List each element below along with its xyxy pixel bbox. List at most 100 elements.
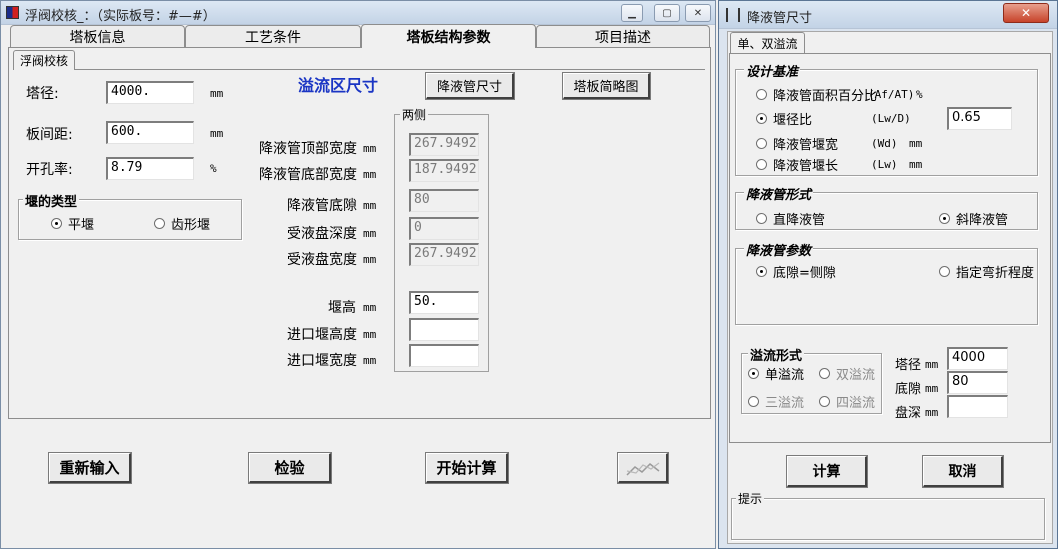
- open-ratio-unit: %: [210, 162, 217, 175]
- downcomer-clearance-input[interactable]: 80: [409, 189, 479, 212]
- basis-weir-width-radio[interactable]: 降液管堰宽: [756, 134, 838, 153]
- minimize-button[interactable]: ▁: [621, 4, 643, 22]
- diameter-unit: mm: [210, 87, 224, 100]
- downcomer-top-width-input[interactable]: 267.9492: [409, 133, 479, 156]
- basis-weir-width-code: (Wd): [871, 137, 898, 150]
- param-clearance-input[interactable]: 80: [947, 371, 1008, 394]
- inlet-weir-width-label: 进口堰宽度: [287, 353, 357, 369]
- param-pan-depth-input[interactable]: [947, 395, 1008, 418]
- hint-group: 提示: [731, 490, 1045, 540]
- spacing-unit: mm: [210, 127, 224, 140]
- design-basis-title: 设计基准: [744, 61, 801, 80]
- receiving-pan-depth-input[interactable]: 0: [409, 217, 479, 240]
- param-diameter-label: 塔径: [895, 358, 922, 373]
- weir-flat-radio[interactable]: 平堰: [51, 214, 94, 233]
- spacing-input[interactable]: 600.: [106, 121, 194, 144]
- tab-process-conditions[interactable]: 工艺条件: [185, 25, 361, 47]
- param-diameter-input[interactable]: 4000: [947, 347, 1008, 370]
- radio-dot: [819, 396, 830, 407]
- basis-weir-length-code: (Lw): [871, 158, 898, 171]
- basis-area-percent-radio[interactable]: 降液管面积百分比: [756, 85, 877, 104]
- downcomer-clearance-label: 降液管底隙: [287, 198, 357, 214]
- basis-weir-length-unit: mm: [909, 158, 923, 171]
- weir-type-title: 堰的类型: [23, 191, 80, 210]
- radio-dot: [756, 213, 767, 224]
- open-ratio-input[interactable]: 8.79: [106, 157, 194, 180]
- downcomer-bottom-width-input[interactable]: 187.9492: [409, 159, 479, 182]
- tab-project-description[interactable]: 项目描述: [536, 25, 710, 47]
- overflow-form-title: 溢流形式: [748, 345, 805, 364]
- unit-mm: mm: [363, 354, 377, 367]
- straight-downcomer-radio[interactable]: 直降液管: [756, 209, 825, 228]
- quad-overflow-radio[interactable]: 四溢流: [819, 392, 875, 411]
- specify-bend-radio[interactable]: 指定弯折程度: [939, 262, 1034, 281]
- cancel-button[interactable]: 取消: [922, 455, 1004, 488]
- basis-area-unit: %: [916, 88, 923, 101]
- downcomer-size-button[interactable]: 降液管尺寸: [425, 72, 515, 100]
- radio-dot: [819, 368, 830, 379]
- param-clearance-unit: mm: [925, 382, 939, 395]
- tab-tray-structure[interactable]: 塔板结构参数: [361, 24, 536, 48]
- unit-mm: mm: [363, 328, 377, 341]
- downcomer-params-group: 降液管参数: [735, 240, 1038, 325]
- basis-weir-width-unit: mm: [909, 137, 923, 150]
- param-diameter-unit: mm: [925, 358, 939, 371]
- check-button[interactable]: 检验: [248, 452, 332, 484]
- tab-tower-info[interactable]: 塔板信息: [10, 25, 185, 47]
- start-calc-button[interactable]: 开始计算: [425, 452, 509, 484]
- dialog-close-button[interactable]: ✕: [1003, 3, 1049, 23]
- dialog-app-icon: [726, 8, 740, 22]
- subtab-float-valve-check[interactable]: 浮阀校核: [13, 50, 75, 70]
- app-icon: [6, 6, 19, 19]
- reset-button[interactable]: 重新输入: [48, 452, 132, 484]
- basis-area-code: (Af/AT): [868, 88, 915, 101]
- unit-mm: mm: [363, 301, 377, 314]
- design-basis-value-input[interactable]: 0.65: [947, 107, 1012, 130]
- dialog-titlebar: 降液管尺寸 ✕: [719, 1, 1057, 29]
- tray-sketch-button[interactable]: 塔板简略图: [562, 72, 651, 100]
- inlet-weir-height-input[interactable]: [409, 318, 479, 341]
- clearance-equal-side-radio[interactable]: 底隙=侧隙: [756, 262, 836, 281]
- chart-button[interactable]: [617, 452, 669, 484]
- basis-weir-length-radio[interactable]: 降液管堰长: [756, 155, 838, 174]
- tab-single-double-overflow[interactable]: 单、双溢流: [730, 32, 805, 54]
- diameter-label: 塔径:: [26, 86, 59, 102]
- receiving-pan-depth-label: 受液盘深度: [287, 226, 357, 242]
- radio-dot: [51, 218, 62, 229]
- triple-overflow-radio[interactable]: 三溢流: [748, 392, 804, 411]
- weir-height-input[interactable]: 50.: [409, 291, 479, 314]
- unit-mm: mm: [363, 142, 377, 155]
- open-ratio-label: 开孔率:: [26, 162, 73, 178]
- radio-dot: [748, 368, 759, 379]
- unit-mm: mm: [363, 168, 377, 181]
- downcomer-bottom-width-label: 降液管底部宽度: [259, 167, 357, 183]
- spacing-label: 板间距:: [26, 127, 73, 143]
- radio-dot: [756, 266, 767, 277]
- radio-dot: [756, 89, 767, 100]
- double-overflow-radio[interactable]: 双溢流: [819, 364, 875, 383]
- receiving-pan-width-label: 受液盘宽度: [287, 252, 357, 268]
- maximize-button[interactable]: ▢: [654, 4, 680, 22]
- line-chart-icon: [625, 462, 659, 476]
- diameter-input[interactable]: 4000.: [106, 81, 194, 104]
- sloped-downcomer-radio[interactable]: 斜降液管: [939, 209, 1008, 228]
- hint-title: 提示: [736, 490, 765, 507]
- close-button[interactable]: ✕: [685, 4, 711, 22]
- inlet-weir-width-input[interactable]: [409, 344, 479, 367]
- radio-dot: [939, 213, 950, 224]
- radio-dot: [756, 113, 767, 124]
- basis-weir-ratio-radio[interactable]: 堰径比: [756, 109, 812, 128]
- radio-dot: [748, 396, 759, 407]
- unit-mm: mm: [363, 199, 377, 212]
- radio-dot: [756, 159, 767, 170]
- weir-toothed-radio[interactable]: 齿形堰: [154, 214, 210, 233]
- main-title: 浮阀校核_：（实际板号：#—#）: [25, 9, 216, 24]
- downcomer-dialog: 降液管尺寸 ✕ 单、双溢流 设计基准 降液管面积百分比 (Af/AT) % 堰径…: [718, 0, 1058, 549]
- single-overflow-radio[interactable]: 单溢流: [748, 364, 804, 383]
- side-group-title: 两侧: [400, 106, 429, 123]
- calc-button[interactable]: 计算: [786, 455, 868, 488]
- downcomer-form-title: 降液管形式: [744, 184, 814, 203]
- receiving-pan-width-input[interactable]: 267.9492: [409, 243, 479, 266]
- param-pan-depth-label: 盘深: [895, 406, 922, 421]
- overflow-title: 溢流区尺寸: [298, 76, 379, 95]
